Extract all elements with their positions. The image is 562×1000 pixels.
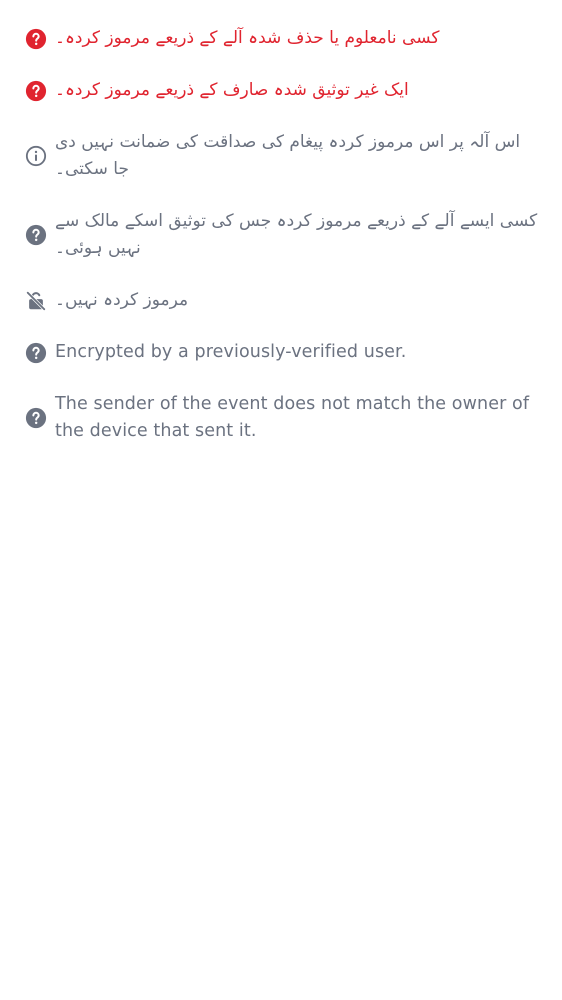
legend-item-text: مرموز کردہ نہیں۔ [55, 290, 189, 310]
legend-item-unknown-device: کسی نامعلوم یا حذف شدہ آلے کے ذریعے مرمو… [0, 25, 562, 52]
legend-item-text: Encrypted by a previously-verified user. [55, 342, 407, 362]
question-circle-icon [25, 342, 47, 364]
legend-item-not-encrypted: مرموز کردہ نہیں۔ [0, 287, 562, 314]
legend-item-previously-verified: Encrypted by a previously-verified user. [0, 339, 562, 366]
legend-item-unverified-user: ایک غیر توثیق شدہ صارف کے ذریعے مرموز کر… [0, 77, 562, 104]
legend-item-text: The sender of the event does not match t… [55, 394, 530, 441]
question-circle-icon [25, 407, 47, 429]
info-circle-icon [25, 145, 47, 167]
question-circle-icon [25, 28, 47, 50]
legend-item-text: اس آلہ پر اس مرموز کردہ پیغام کی صداقت ک… [55, 132, 521, 179]
question-circle-icon [25, 224, 47, 246]
legend-item-authenticity-not-guaranteed: اس آلہ پر اس مرموز کردہ پیغام کی صداقت ک… [0, 129, 562, 183]
legend-item-sender-mismatch: The sender of the event does not match t… [0, 391, 562, 445]
legend-item-text: کسی ایسے آلے کے ذریعے مرموز کردہ جس کی ت… [55, 211, 538, 258]
legend-item-text: کسی نامعلوم یا حذف شدہ آلے کے ذریعے مرمو… [55, 28, 440, 48]
unlocked-off-icon [25, 290, 47, 312]
legend-item-unverified-device: کسی ایسے آلے کے ذریعے مرموز کردہ جس کی ت… [0, 208, 562, 262]
encryption-legend-list: کسی نامعلوم یا حذف شدہ آلے کے ذریعے مرمو… [0, 0, 562, 470]
question-circle-icon [25, 80, 47, 102]
legend-item-text: ایک غیر توثیق شدہ صارف کے ذریعے مرموز کر… [55, 80, 409, 100]
